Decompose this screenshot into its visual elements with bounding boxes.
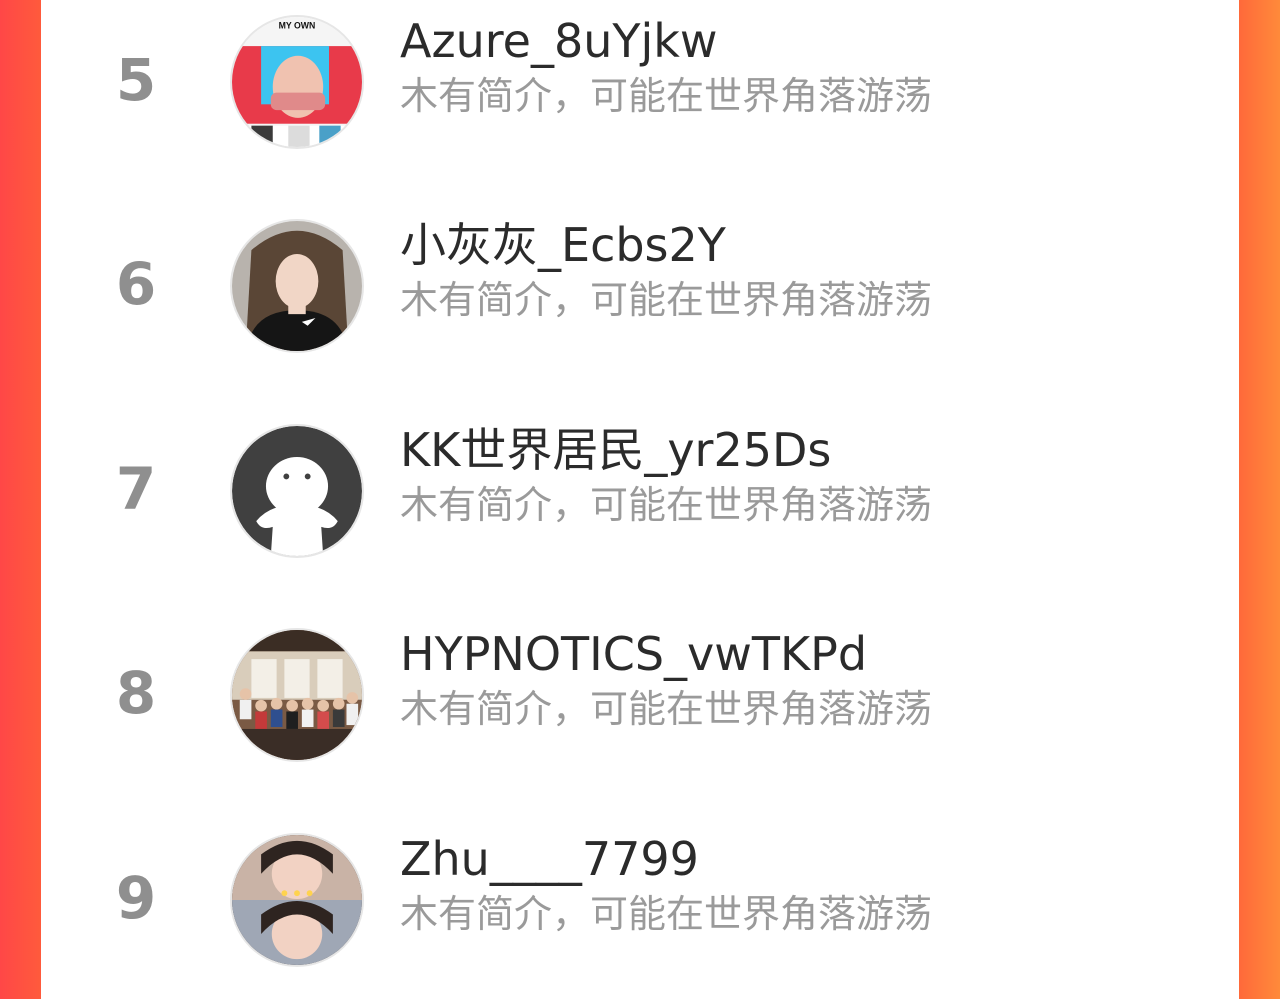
group-photo-avatar	[232, 630, 362, 760]
ranking-row-8[interactable]: 8 HYPNOTICS_vwTKPd 木有简介，可能在世界角落游荡	[41, 626, 1239, 788]
user-name[interactable]: Zhu____7799	[400, 831, 699, 887]
user-name[interactable]: KK世界居民_yr25Ds	[400, 422, 831, 478]
user-name[interactable]: HYPNOTICS_vwTKPd	[400, 626, 867, 682]
ranking-list-panel: 5 MY OWN Azure_8uYjkw 木有简介，可能在世界角落游荡 6 小…	[41, 0, 1239, 999]
user-photo-avatar	[232, 835, 362, 965]
user-bio: 木有简介，可能在世界角落游荡	[400, 483, 933, 527]
user-bio: 木有简介，可能在世界角落游荡	[400, 687, 933, 731]
rank-number: 8	[115, 659, 157, 727]
ranking-row-6[interactable]: 6 小灰灰_Ecbs2Y 木有简介，可能在世界角落游荡	[41, 217, 1239, 379]
user-avatar[interactable]	[230, 628, 364, 762]
ranking-row-9[interactable]: 9 Zhu____7799 木有简介，可能在世界角落游荡	[41, 831, 1239, 993]
rank-number: 5	[115, 46, 157, 114]
user-avatar[interactable]: MY OWN	[230, 15, 364, 149]
rank-number: 7	[115, 455, 157, 523]
user-bio: 木有简介，可能在世界角落游荡	[400, 278, 933, 322]
user-avatar[interactable]	[230, 219, 364, 353]
default-ghost-avatar	[232, 426, 362, 556]
user-photo-avatar: MY OWN	[232, 17, 362, 147]
user-avatar[interactable]	[230, 424, 364, 558]
rank-number: 9	[115, 864, 157, 932]
user-name[interactable]: Azure_8uYjkw	[400, 13, 718, 69]
user-photo-avatar	[232, 221, 362, 351]
ranking-row-5[interactable]: 5 MY OWN Azure_8uYjkw 木有简介，可能在世界角落游荡	[41, 13, 1239, 175]
rank-number: 6	[115, 250, 157, 318]
user-name[interactable]: 小灰灰_Ecbs2Y	[400, 217, 726, 273]
user-bio: 木有简介，可能在世界角落游荡	[400, 74, 933, 118]
user-bio: 木有简介，可能在世界角落游荡	[400, 892, 933, 936]
ranking-row-7[interactable]: 7 KK世界居民_yr25Ds 木有简介，可能在世界角落游荡	[41, 422, 1239, 584]
svg-text:MY OWN: MY OWN	[279, 21, 316, 31]
user-avatar[interactable]	[230, 833, 364, 967]
